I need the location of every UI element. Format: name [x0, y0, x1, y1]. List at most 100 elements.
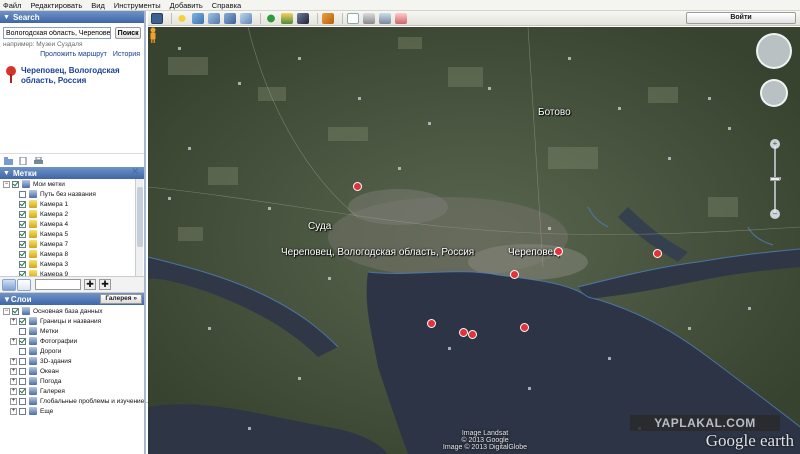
places-row[interactable]: Камера 4 [0, 219, 144, 229]
expand-toggle-icon[interactable]: − [3, 180, 10, 188]
expand-toggle-icon[interactable]: + [10, 357, 17, 365]
close-icon[interactable]: ✕ [131, 166, 139, 177]
visibility-checkbox[interactable] [19, 200, 26, 208]
places-row[interactable]: Камера 3 [0, 259, 144, 269]
search-panel-header[interactable]: ▼ Search [0, 11, 144, 23]
menu-view[interactable]: Вид [91, 1, 105, 10]
visibility-checkbox[interactable] [12, 180, 19, 188]
search-button[interactable]: Поиск [115, 27, 141, 39]
search-mode-button[interactable] [2, 278, 16, 291]
placemark-icon[interactable] [176, 12, 188, 24]
folder-icon[interactable] [4, 156, 13, 165]
menu-add[interactable]: Добавить [170, 1, 203, 10]
map-label-cherepovets[interactable]: Череповец [508, 247, 559, 258]
visibility-checkbox[interactable] [19, 260, 26, 268]
layers-row[interactable]: Дороги [0, 346, 144, 356]
layers-row[interactable]: + Глобальные проблемы и изучение ... [0, 396, 152, 406]
menu-file[interactable]: Файл [3, 1, 21, 10]
visibility-checkbox[interactable] [19, 337, 26, 345]
places-row[interactable]: Камера 1 [0, 199, 144, 209]
up-arrow-icon[interactable]: ✚ [84, 279, 96, 290]
map-label-suda[interactable]: Суда [308, 221, 331, 232]
places-filter-field[interactable] [35, 279, 81, 290]
layers-row[interactable]: + Еще [0, 406, 144, 416]
expand-toggle-icon[interactable]: + [10, 397, 17, 405]
layers-row[interactable]: + Фотографии [0, 336, 144, 346]
gallery-button[interactable]: Галерея » [100, 294, 142, 304]
history-link[interactable]: История [113, 51, 140, 58]
visibility-checkbox[interactable] [19, 367, 26, 375]
visibility-checkbox[interactable] [19, 387, 26, 395]
places-row[interactable]: Камера 2 [0, 209, 144, 219]
expand-toggle-icon[interactable]: + [10, 407, 17, 415]
layers-row[interactable]: Метки [0, 326, 144, 336]
places-mode-button[interactable] [17, 278, 31, 291]
zoom-out-icon[interactable]: − [770, 209, 780, 219]
print-icon[interactable] [363, 12, 375, 24]
visibility-checkbox[interactable] [19, 190, 26, 198]
expand-toggle-icon[interactable]: + [10, 337, 17, 345]
photo-poi-icon[interactable] [468, 330, 477, 339]
visibility-checkbox[interactable] [19, 377, 26, 385]
visibility-checkbox[interactable] [19, 397, 26, 405]
expand-toggle-icon[interactable]: + [10, 367, 17, 375]
visibility-checkbox[interactable] [19, 357, 26, 365]
layers-row[interactable]: +3D-здания [0, 356, 144, 366]
photo-poi-icon[interactable] [427, 319, 436, 328]
menu-tools[interactable]: Инструменты [114, 1, 161, 10]
visibility-checkbox[interactable] [19, 220, 26, 228]
visibility-checkbox[interactable] [19, 347, 26, 355]
photo-poi-icon[interactable] [520, 323, 529, 332]
expand-toggle-icon[interactable]: + [10, 317, 17, 325]
overlay-icon[interactable] [224, 12, 236, 24]
photo-poi-icon[interactable] [510, 270, 519, 279]
layers-panel-header[interactable]: ▼ Слои Галерея » [0, 293, 144, 305]
places-row[interactable]: Путь без названия [0, 189, 144, 199]
places-row[interactable]: − Мои метки [0, 179, 144, 189]
menu-edit[interactable]: Редактировать [30, 1, 82, 10]
photo-poi-icon[interactable] [353, 182, 362, 191]
visibility-checkbox[interactable] [19, 270, 26, 276]
visibility-checkbox[interactable] [19, 250, 26, 258]
menu-help[interactable]: Справка [212, 1, 241, 10]
layers-row[interactable]: + Океан [0, 366, 144, 376]
places-row[interactable]: Камера 7 [0, 239, 144, 249]
visibility-checkbox[interactable] [19, 317, 26, 325]
places-row[interactable]: Камера 8 [0, 249, 144, 259]
layers-row[interactable]: − Основная база данных [0, 306, 144, 316]
planets-icon[interactable] [297, 12, 309, 24]
expand-toggle-icon[interactable]: + [10, 387, 17, 395]
zoom-in-icon[interactable]: + [770, 139, 780, 149]
map-label-botovo[interactable]: Ботово [538, 107, 571, 118]
ruler-icon[interactable] [322, 12, 334, 24]
visibility-checkbox[interactable] [19, 230, 26, 238]
polygon-icon[interactable] [192, 12, 204, 24]
layers-row[interactable]: + Погода [0, 376, 144, 386]
directions-link[interactable]: Проложить маршрут [40, 51, 107, 58]
down-arrow-icon[interactable]: ✚ [99, 279, 111, 290]
map-label-search-result[interactable]: Череповец, Вологодская область, Россия [281, 247, 474, 258]
path-icon[interactable] [208, 12, 220, 24]
visibility-checkbox[interactable] [19, 240, 26, 248]
search-result[interactable]: Череповец, Вологодская область, Россия [0, 58, 144, 153]
expand-toggle-icon[interactable]: − [3, 307, 10, 315]
collapse-triangle-icon[interactable]: ▼ [3, 295, 11, 304]
places-row[interactable]: Камера 5 [0, 229, 144, 239]
search-input[interactable] [3, 27, 112, 39]
search-result-text[interactable]: Череповец, Вологодская область, Россия [21, 66, 140, 153]
visibility-checkbox[interactable] [19, 407, 26, 415]
visibility-checkbox[interactable] [19, 210, 26, 218]
street-view-pegman-icon[interactable] [148, 27, 158, 43]
move-control[interactable] [760, 79, 788, 107]
places-row[interactable]: Камера 9 [0, 269, 144, 276]
sidebar-toggle-icon[interactable] [151, 12, 163, 24]
layers-row[interactable]: + Галерея [0, 386, 144, 396]
places-panel-header[interactable]: ▼ Метки [0, 167, 144, 179]
layers-row[interactable]: + Границы и названия [0, 316, 144, 326]
tour-icon[interactable] [240, 12, 252, 24]
copy-icon[interactable] [19, 156, 28, 165]
email-icon[interactable] [347, 12, 359, 24]
visibility-checkbox[interactable] [19, 327, 26, 335]
places-scrollbar[interactable] [135, 179, 143, 276]
save-image-icon[interactable] [379, 12, 391, 24]
